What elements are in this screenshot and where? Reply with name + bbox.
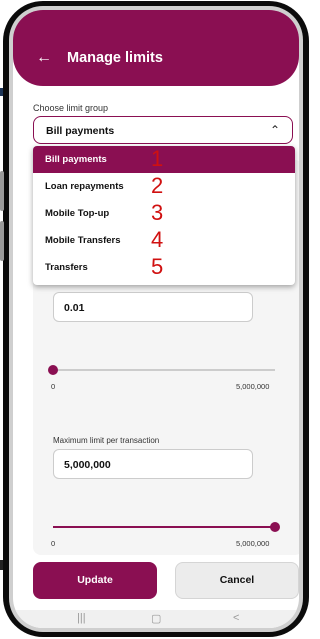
dropdown-option[interactable]: Transfers 5 — [33, 254, 295, 281]
max-limit-label: Maximum limit per transaction — [53, 436, 160, 445]
option-label: Mobile Transfers — [45, 235, 121, 246]
option-label: Transfers — [45, 262, 88, 273]
app-screen: ← Manage limits Choose limit group Bill … — [13, 10, 299, 628]
option-marker: 3 — [151, 200, 164, 225]
min-limit-slider-track[interactable] — [53, 369, 275, 371]
min-limit-input[interactable]: 0.01 — [53, 292, 253, 322]
dropdown-option[interactable]: Mobile Transfers 4 — [33, 227, 295, 254]
limit-group-label: Choose limit group — [33, 103, 109, 113]
dropdown-option[interactable]: Loan repayments 2 — [33, 173, 295, 200]
max-slider-min-label: 0 — [51, 539, 56, 548]
chevron-up-icon: ⌃ — [269, 123, 280, 137]
dropdown-option[interactable]: Bill payments 1 — [33, 146, 295, 173]
side-button — [0, 171, 4, 211]
limit-group-value: Bill payments — [46, 125, 115, 137]
dropdown-option[interactable]: Mobile Top-up 3 — [33, 200, 295, 227]
max-limit-slider-track[interactable] — [53, 526, 275, 528]
limit-group-dropdown: Bill payments 1 Loan repayments 2 Mobile… — [33, 146, 295, 285]
option-marker: 5 — [151, 254, 164, 279]
min-limit-value: 0.01 — [64, 302, 85, 314]
phone-bezel: ← Manage limits Choose limit group Bill … — [9, 6, 303, 632]
phone-frame: ← Manage limits Choose limit group Bill … — [0, 1, 309, 637]
max-limit-value: 5,000,000 — [64, 459, 111, 471]
option-label: Mobile Top-up — [45, 208, 110, 219]
option-marker: 1 — [151, 146, 164, 171]
home-icon[interactable]: ▢ — [151, 612, 161, 625]
app-header: ← Manage limits — [13, 10, 299, 86]
max-limit-slider-thumb[interactable] — [270, 522, 280, 532]
option-marker: 2 — [151, 173, 164, 198]
side-button — [0, 221, 4, 261]
arrow-left-icon[interactable]: ← — [36, 50, 52, 66]
limit-group-select[interactable]: Bill payments ⌃ — [33, 116, 293, 144]
min-slider-min-label: 0 — [51, 382, 56, 391]
system-nav-bar: ||| ▢ < — [13, 610, 299, 628]
max-slider-max-label: 5,000,000 — [236, 539, 270, 548]
update-button-label: Update — [77, 574, 113, 586]
back-nav-icon[interactable]: < — [233, 612, 239, 624]
update-button[interactable]: Update — [33, 562, 157, 599]
max-limit-input[interactable]: 5,000,000 — [53, 449, 253, 479]
min-limit-slider-thumb[interactable] — [48, 365, 58, 375]
min-slider-max-label: 5,000,000 — [236, 382, 270, 391]
option-label: Loan repayments — [45, 181, 124, 192]
page-title: Manage limits — [67, 50, 163, 66]
option-marker: 4 — [151, 227, 164, 252]
cancel-button[interactable]: Cancel — [175, 562, 299, 599]
recent-apps-icon[interactable]: ||| — [77, 612, 86, 624]
option-label: Bill payments — [45, 154, 107, 165]
cancel-button-label: Cancel — [219, 574, 255, 586]
